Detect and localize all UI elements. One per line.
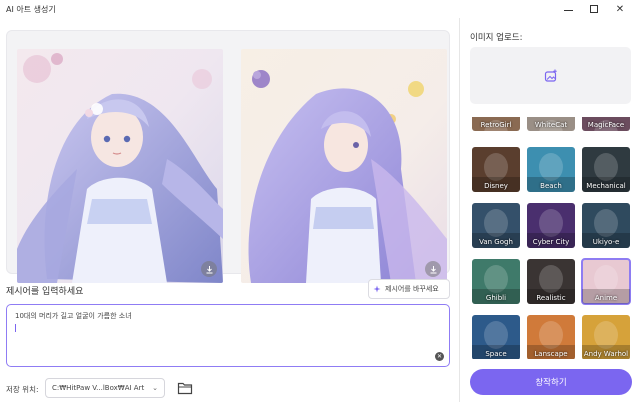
- download-button[interactable]: [425, 261, 441, 277]
- style-label: Ukiyo-e: [592, 238, 620, 246]
- title-bar: AI 아트 생성기 ✕: [0, 0, 636, 18]
- style-card-van-gogh[interactable]: Van Gogh: [472, 203, 520, 248]
- style-label: Realistic: [536, 294, 566, 302]
- style-label: MagicFace: [587, 121, 625, 129]
- folder-icon: [177, 382, 193, 395]
- save-location-value: C:₩HitPaw V...lBox₩AI Art: [52, 384, 145, 392]
- style-card-retrogirl[interactable]: RetroGirl: [472, 117, 520, 131]
- change-prompt-label: 제시어를 바꾸세요: [385, 285, 439, 293]
- style-card-anime[interactable]: Anime: [581, 258, 631, 305]
- prompt-label: 제시어를 입력하세요: [6, 287, 84, 297]
- open-folder-button[interactable]: [177, 381, 193, 395]
- save-location-label: 저장 위치:: [6, 385, 39, 394]
- style-card-andy-warhol[interactable]: Andy Warhol: [582, 315, 630, 359]
- close-icon: ✕: [615, 3, 625, 15]
- app-title: AI 아트 생성기: [6, 5, 56, 14]
- download-icon: [206, 265, 212, 273]
- upload-label: 이미지 업로드:: [470, 33, 523, 43]
- maximize-icon: [590, 5, 598, 13]
- style-card-ghibli[interactable]: Ghibli: [472, 259, 520, 304]
- style-label: WhiteCat: [534, 121, 568, 129]
- generated-image-2[interactable]: [241, 49, 447, 283]
- prompt-input[interactable]: 10대의 머리가 길고 얼굴이 가름한 소녀 ✕: [6, 304, 450, 367]
- download-icon: [430, 265, 436, 273]
- style-card-whitecat[interactable]: WhiteCat: [527, 117, 575, 131]
- text-caret: [15, 324, 16, 332]
- chevron-down-icon: ⌄: [152, 384, 158, 392]
- style-label: RetroGirl: [480, 121, 512, 129]
- preview-panel: [6, 30, 450, 283]
- change-prompt-button[interactable]: 제시어를 바꾸세요: [368, 279, 450, 299]
- clear-prompt-button[interactable]: ✕: [435, 352, 444, 361]
- maximize-button[interactable]: [582, 0, 606, 18]
- image-upload-area[interactable]: [470, 47, 631, 104]
- style-card-cyber-city[interactable]: Cyber City: [527, 203, 575, 248]
- style-label: Disney: [484, 182, 508, 190]
- minimize-button[interactable]: [556, 0, 580, 18]
- sparkle-icon: [373, 285, 381, 292]
- generated-image-1[interactable]: [17, 49, 223, 283]
- style-card-ukiyo-e[interactable]: Ukiyo-e: [582, 203, 630, 248]
- style-label: Van Gogh: [479, 238, 513, 246]
- save-location-select[interactable]: C:₩HitPaw V...lBox₩AI Art ⌄: [45, 378, 165, 398]
- style-card-magicface[interactable]: MagicFace: [582, 117, 630, 131]
- style-card-lanscape[interactable]: Lanscape: [527, 315, 575, 359]
- minimize-icon: [563, 9, 573, 11]
- style-label: Beach: [540, 182, 562, 190]
- prompt-text: 10대의 머리가 길고 얼굴이 가름한 소녀: [15, 312, 132, 320]
- style-label: Andy Warhol: [583, 350, 629, 358]
- style-label: Space: [485, 350, 507, 358]
- style-label: Anime: [594, 294, 618, 302]
- style-label: Cyber City: [532, 238, 570, 246]
- style-label: Mechanical: [586, 182, 626, 190]
- style-card-space[interactable]: Space: [472, 315, 520, 359]
- download-button[interactable]: [201, 261, 217, 277]
- panel-divider: [459, 18, 460, 402]
- close-button[interactable]: ✕: [608, 0, 632, 18]
- style-card-realistic[interactable]: Realistic: [527, 259, 575, 304]
- style-card-mechanical[interactable]: Mechanical: [582, 147, 630, 192]
- style-grid: RetroGirl WhiteCat MagicFace Disney Beach Mec…: [470, 117, 634, 359]
- style-card-beach[interactable]: Beach: [527, 147, 575, 192]
- add-image-icon: [544, 69, 557, 82]
- style-card-disney[interactable]: Disney: [472, 147, 520, 192]
- create-button[interactable]: 창작하기: [470, 369, 632, 395]
- style-label: Lanscape: [534, 350, 568, 358]
- style-label: Ghibli: [485, 294, 507, 302]
- style-scrollbar[interactable]: [632, 117, 634, 359]
